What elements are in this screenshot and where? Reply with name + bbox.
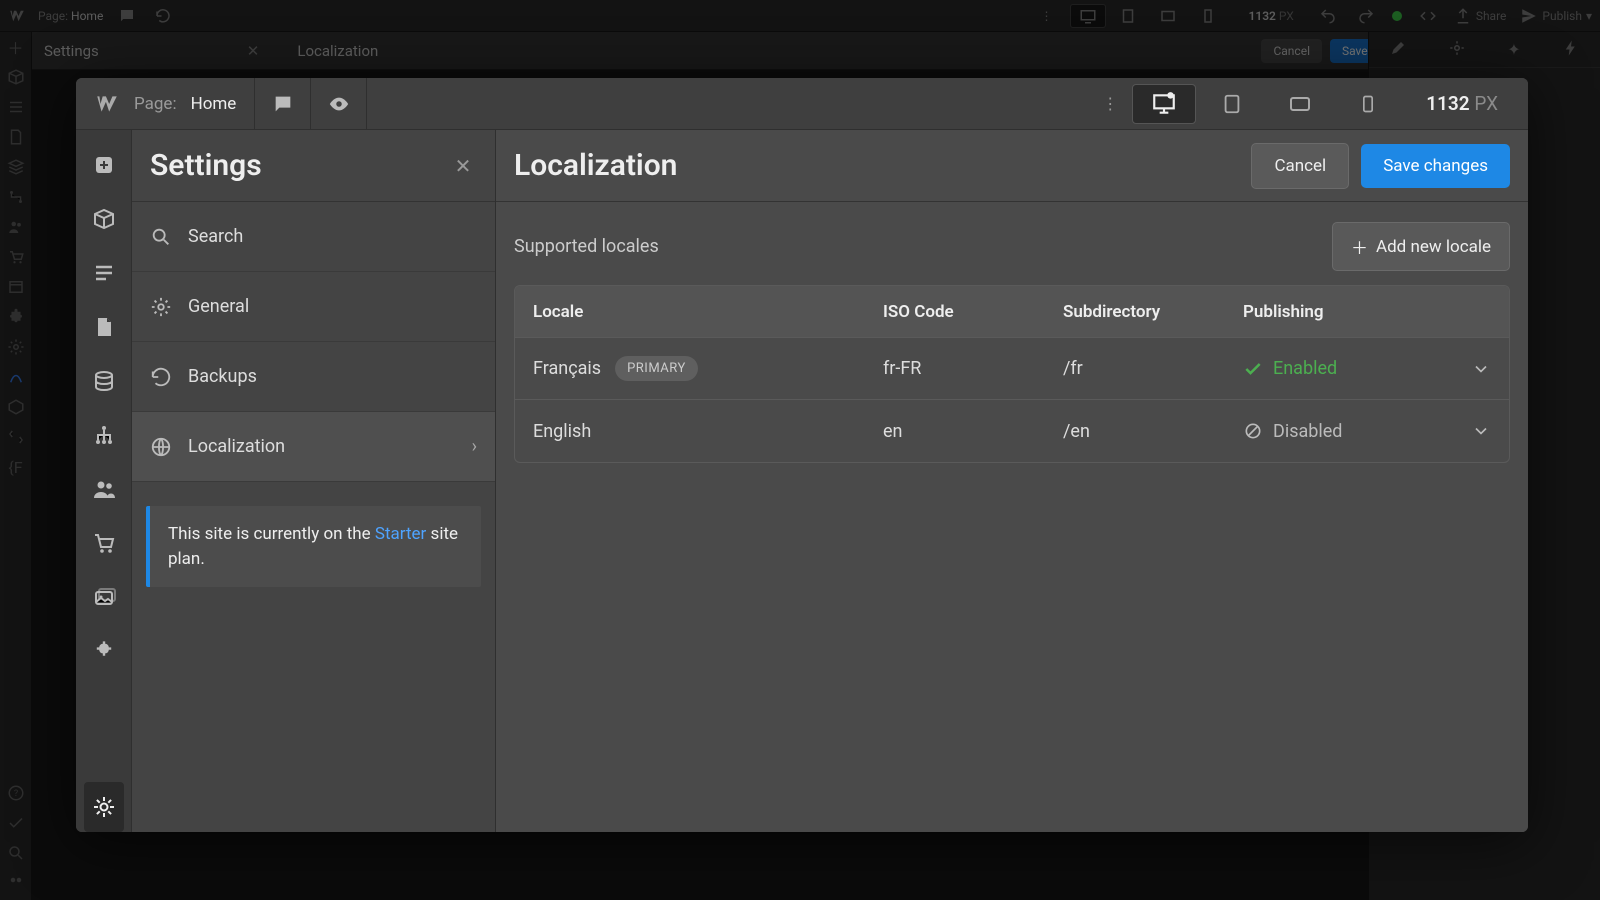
col-iso: ISO Code: [883, 302, 1063, 322]
subdirectory: /en: [1063, 421, 1243, 442]
plus-icon: ＋: [1351, 234, 1368, 259]
users-button[interactable]: [84, 464, 124, 514]
disabled-icon: [1243, 421, 1263, 441]
main-panel: Localization Cancel Save changes Support…: [496, 130, 1528, 832]
table-row[interactable]: English en /en Disabled: [515, 400, 1509, 462]
layout-button[interactable]: [84, 248, 124, 298]
webflow-logo-icon[interactable]: [94, 91, 120, 117]
col-publishing: Publishing: [1243, 302, 1441, 322]
table-row[interactable]: Français PRIMARY fr-FR /fr Enabled: [515, 338, 1509, 400]
sidebar-item-label: Search: [188, 226, 243, 247]
sidebar-item-label: General: [188, 296, 249, 317]
main-title: Localization: [514, 148, 1239, 183]
assets-button[interactable]: [84, 572, 124, 622]
publishing-status: Disabled: [1243, 421, 1441, 442]
plan-notice: This site is currently on the Starter si…: [146, 506, 481, 587]
sidebar-item-general[interactable]: General: [132, 272, 495, 342]
check-icon: [1243, 359, 1263, 379]
subdirectory: /fr: [1063, 358, 1243, 379]
locale-table: Locale ISO Code Subdirectory Publishing …: [514, 285, 1510, 463]
device-switcher: [1130, 78, 1402, 129]
chevron-right-icon: ›: [472, 436, 477, 457]
page-button[interactable]: [84, 302, 124, 352]
sitemap-button[interactable]: [84, 410, 124, 460]
primary-badge: PRIMARY: [615, 356, 698, 381]
settings-modal: Page: Home ⋮ 1132 PX: [76, 78, 1528, 832]
comments-button[interactable]: [255, 78, 311, 129]
preview-button[interactable]: [311, 78, 367, 129]
save-button[interactable]: Save changes: [1361, 144, 1510, 188]
sidebar-item-label: Backups: [188, 366, 257, 387]
col-locale: Locale: [533, 302, 883, 322]
close-icon[interactable]: ✕: [449, 152, 477, 180]
chevron-down-icon[interactable]: [1441, 359, 1491, 379]
kebab-icon[interactable]: ⋮: [1090, 94, 1130, 113]
apps-button[interactable]: [84, 626, 124, 676]
col-subdir: Subdirectory: [1063, 302, 1243, 322]
iso-code: en: [883, 421, 1063, 442]
device-tablet-button[interactable]: [1200, 84, 1264, 124]
table-header: Locale ISO Code Subdirectory Publishing: [515, 286, 1509, 338]
page-label: Page:: [134, 94, 177, 114]
add-element-button[interactable]: [84, 140, 124, 190]
publishing-status: Enabled: [1243, 358, 1441, 379]
box-button[interactable]: [84, 194, 124, 244]
device-mobile-button[interactable]: [1336, 84, 1400, 124]
settings-title: Settings: [150, 148, 262, 183]
locale-name: Français: [533, 358, 601, 379]
chevron-down-icon[interactable]: [1441, 421, 1491, 441]
add-locale-button[interactable]: ＋ Add new locale: [1332, 222, 1510, 271]
section-title: Supported locales: [514, 236, 1332, 257]
locale-name: English: [533, 421, 591, 442]
iso-code: fr-FR: [883, 358, 1063, 379]
cms-button[interactable]: [84, 356, 124, 406]
cancel-button[interactable]: Cancel: [1251, 143, 1349, 189]
ecommerce-button[interactable]: [84, 518, 124, 568]
modal-iconrail: [76, 130, 132, 832]
viewport-width: 1132 PX: [1426, 92, 1498, 115]
page-name[interactable]: Home: [191, 94, 237, 114]
device-desktop-button[interactable]: [1132, 84, 1196, 124]
settings-button[interactable]: [84, 782, 124, 832]
sidebar-item-label: Localization: [188, 436, 285, 457]
sidebar-item-localization[interactable]: Localization ›: [132, 412, 495, 482]
device-tablet-landscape-button[interactable]: [1268, 84, 1332, 124]
sidebar-item-search[interactable]: Search: [132, 202, 495, 272]
modal-topbar: Page: Home ⋮ 1132 PX: [76, 78, 1528, 130]
settings-sidebar: Settings ✕ Search General Backups Locali…: [132, 130, 496, 832]
sidebar-item-backups[interactable]: Backups: [132, 342, 495, 412]
plan-link[interactable]: Starter: [375, 524, 426, 544]
